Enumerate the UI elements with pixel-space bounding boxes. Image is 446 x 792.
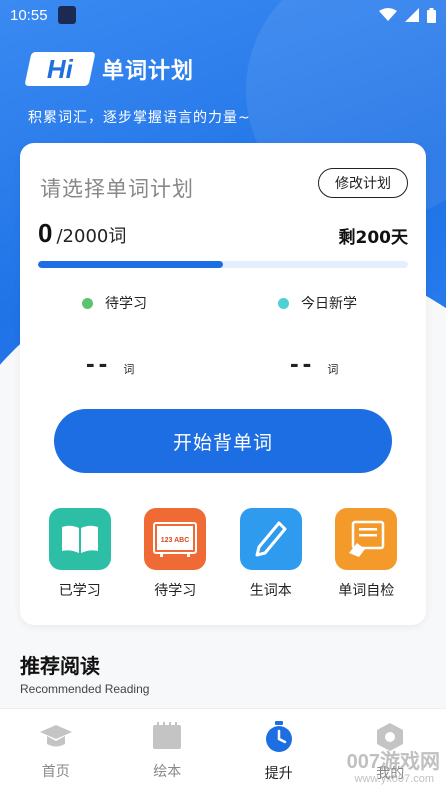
header-subtitle: 积累词汇，逐步掌握语言的力量~ [28,110,251,126]
stat-pending-value: -- [86,348,112,378]
nav-improve-label: 提升 [264,766,293,782]
stat-today-new-label: 今日新学 [301,296,357,312]
word-progress: 0 /2000词 [38,218,126,249]
progress-bar [38,261,408,268]
hi-badge: Hi [24,52,96,86]
quick-learned-label: 已学习 [58,583,101,599]
nav-home-label: 首页 [41,764,70,780]
today-new-dot [278,297,289,309]
stat-today-new: 今日新学 -- 词 [278,293,357,378]
plan-card: 请选择单词计划 修改计划 0 /2000词 剩200天 待学习 -- 词 今日新… [20,143,426,625]
edit-plan-button[interactable]: 修改计划 [318,168,408,198]
nav-picture-book-label: 绘本 [153,764,182,780]
picture-book-icon [153,722,182,749]
status-time: 10:55 [10,6,48,24]
quick-self-check-label: 单词自检 [338,583,395,599]
quick-vocab-book[interactable]: 生词本 [231,508,311,600]
nav-home[interactable]: 首页 [16,709,96,792]
stat-pending-unit: 词 [123,363,135,376]
board-icon: 123 ABC [144,508,207,570]
status-bar: 10:55 [0,0,446,30]
quick-pending-label: 待学习 [154,583,197,599]
book-icon [48,508,111,570]
quick-vocab-book-label: 生词本 [249,583,292,599]
board-text: 123 ABC [161,537,190,544]
quick-learned[interactable]: 已学习 [40,508,120,600]
wifi-icon [379,8,397,21]
battery-icon [427,7,436,23]
plan-title[interactable]: 请选择单词计划 [40,173,194,203]
reading-section-title: 推荐阅读 [20,654,100,678]
graduation-cap-icon [39,725,72,747]
signal-icon [405,8,419,22]
total-words: /2000词 [56,226,127,247]
pending-dot [82,297,93,309]
check-board-icon [335,508,398,570]
reading-section-subtitle: Recommended Reading [20,682,150,696]
app-logo: Hi 单词计划 [24,52,195,86]
stat-pending: 待学习 -- 词 [82,293,147,378]
learned-count: 0 [38,218,53,248]
quick-actions: 已学习 123 ABC 待学习 生词本 单词自检 [20,508,426,600]
nav-improve[interactable]: 提升 [239,709,319,792]
page-title: 单词计划 [102,59,195,84]
stat-pending-label: 待学习 [105,296,147,312]
watermark-url: www.yx007.com [354,773,434,785]
notification-icon [57,6,76,24]
stat-today-new-value: -- [290,348,316,378]
quick-self-check[interactable]: 单词自检 [326,508,406,600]
nav-picture-book[interactable]: 绘本 [127,709,207,792]
stopwatch-icon [265,721,292,752]
watermark: 007游戏网 [346,751,440,773]
progress-fill [38,261,223,268]
start-memorize-button[interactable]: 开始背单词 [54,409,392,473]
stat-today-new-unit: 词 [327,363,339,376]
days-left: 剩200天 [338,228,409,248]
quick-pending[interactable]: 123 ABC 待学习 [135,508,215,600]
pen-icon [239,508,302,570]
